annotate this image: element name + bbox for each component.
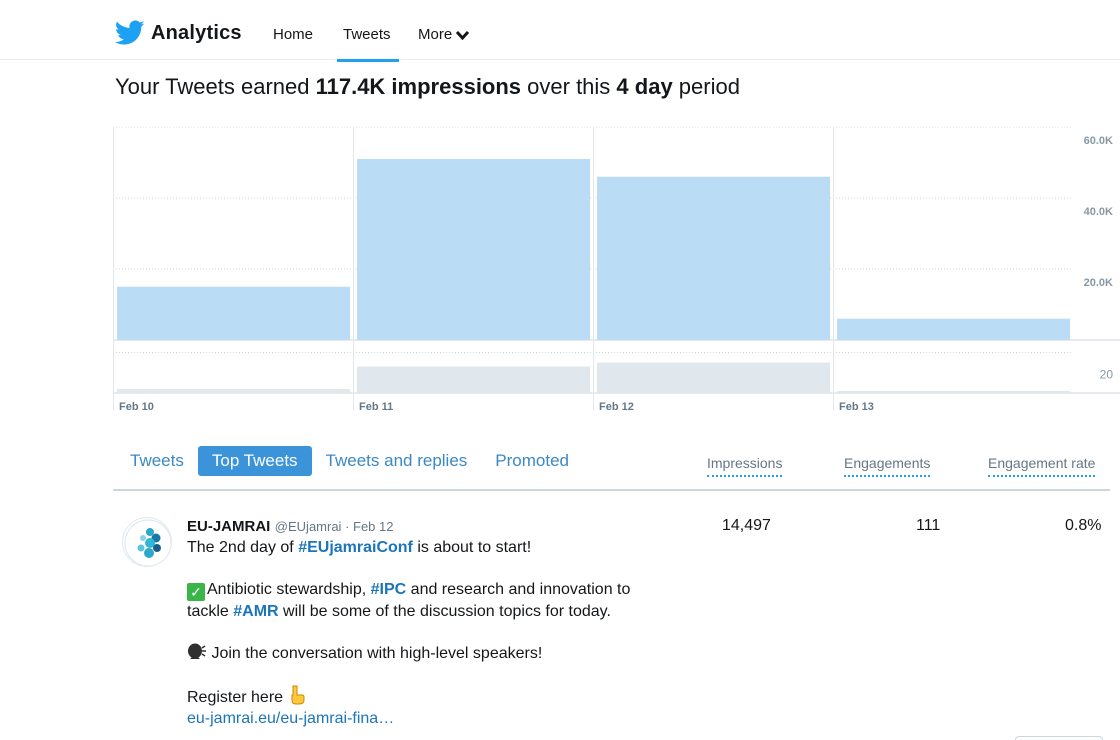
- page-headline: Your Tweets earned 117.4K impressions ov…: [115, 74, 740, 100]
- tab-tweets-and-replies[interactable]: Tweets and replies: [312, 446, 482, 476]
- eu-jamrai-logo-icon: [124, 519, 171, 566]
- avatar[interactable]: [122, 517, 172, 567]
- tweet-text: Antibiotic stewardship,: [207, 581, 371, 598]
- x-tick-label: Feb 12: [599, 401, 634, 413]
- engagements-bar: [597, 362, 830, 393]
- pointing-down-icon: [291, 685, 304, 705]
- tweet-handle[interactable]: @EUjamrai: [275, 519, 342, 534]
- y-tick-label: 20.0K: [1084, 277, 1113, 289]
- twitter-bird-icon: [115, 20, 145, 45]
- view-details-button[interactable]: [1015, 736, 1103, 740]
- impressions-bar: [837, 318, 1070, 340]
- column-engagements[interactable]: Engagements: [844, 455, 931, 477]
- y-tick-label: 60.0K: [1084, 135, 1113, 147]
- tweet-paragraph-2: ✓ Antibiotic stewardship, #IPC and resear…: [187, 579, 657, 622]
- impressions-bar: [357, 158, 590, 340]
- headline-suffix: period: [672, 74, 740, 99]
- tab-promoted[interactable]: Promoted: [481, 446, 583, 476]
- tweet-text: Register here: [187, 689, 288, 706]
- tweet-author-name[interactable]: EU-JAMRAI: [187, 518, 270, 535]
- nav-more-label: More: [418, 26, 453, 43]
- tweet-text: Join the conversation with high-level sp…: [207, 645, 543, 662]
- brand-label: Analytics: [151, 21, 242, 44]
- tweet-text: The 2nd day of: [187, 539, 299, 556]
- tweet-tabs: Tweets Top Tweets Tweets and replies Pro…: [115, 446, 583, 476]
- hashtag-link[interactable]: #IPC: [371, 581, 407, 598]
- x-tick-label: Feb 13: [839, 401, 874, 413]
- y-tick-label: 40.0K: [1084, 206, 1113, 218]
- check-mark-icon: ✓: [187, 583, 205, 601]
- table-divider: [113, 489, 1110, 491]
- tweet-separator: ·: [341, 519, 354, 534]
- tweet-link-line: eu-jamrai.eu/eu-jamrai-fina…: [187, 708, 657, 729]
- column-impressions[interactable]: Impressions: [707, 455, 783, 477]
- y-tick-label: 20: [1100, 368, 1114, 382]
- nav-home[interactable]: Home: [273, 26, 313, 43]
- top-nav: Analytics Home Tweets More: [0, 0, 1120, 62]
- tweet-line-1: The 2nd day of #EUjamraiConf is about to…: [187, 537, 657, 558]
- chart-svg: 60.0K 40.0K 20.0K 20 Feb 10 Feb 11 Feb 12 Feb 1…: [113, 126, 1120, 413]
- impressions-bar: [597, 176, 830, 340]
- hashtag-link[interactable]: #EUjamraiConf: [298, 539, 413, 556]
- nav-more[interactable]: More: [418, 26, 470, 43]
- hashtag-link[interactable]: #AMR: [233, 603, 278, 620]
- tweet-paragraph-3: Join the conversation with high-level sp…: [187, 643, 657, 664]
- tab-tweets[interactable]: Tweets: [115, 446, 198, 476]
- chevron-down-icon: [456, 30, 470, 40]
- headline-middle: over this: [521, 74, 617, 99]
- tweet-content[interactable]: EU-JAMRAI @EUjamrai · Feb 12 The 2nd day…: [187, 516, 657, 729]
- tweet-url-link[interactable]: eu-jamrai.eu/eu-jamrai-fina…: [187, 710, 394, 727]
- tweet-engagement-rate-value: 0.8%: [1065, 517, 1102, 534]
- headline-prefix: Your Tweets earned: [115, 74, 316, 99]
- engagements-bar: [117, 389, 350, 393]
- x-tick-label: Feb 11: [359, 401, 393, 413]
- tweet-header: EU-JAMRAI @EUjamrai · Feb 12: [187, 516, 657, 537]
- tweet-text: is about to start!: [412, 539, 532, 556]
- column-engagement-rate[interactable]: Engagement rate: [988, 455, 1096, 477]
- speaking-head-icon: [188, 643, 206, 659]
- x-tick-label: Feb 10: [119, 401, 154, 413]
- tweet-date[interactable]: Feb 12: [353, 519, 393, 534]
- nav-tweets[interactable]: Tweets: [337, 26, 398, 62]
- headline-period: 4 day: [616, 74, 673, 99]
- tweet-impressions-value: 14,497: [722, 517, 771, 534]
- impressions-bar: [117, 286, 350, 340]
- impressions-chart: 60.0K 40.0K 20.0K 20 Feb 10 Feb 11 Feb 12 Feb 1…: [113, 126, 1120, 417]
- engagements-bar: [837, 391, 1070, 393]
- engagements-bar: [357, 366, 590, 393]
- tweet-text: will be some of the discussion topics fo…: [278, 603, 611, 620]
- headline-impressions: 117.4K impressions: [315, 74, 522, 99]
- tweet-engagements-value: 111: [916, 517, 941, 534]
- tab-top-tweets[interactable]: Top Tweets: [197, 446, 312, 476]
- tweet-paragraph-4: Register here: [187, 685, 657, 708]
- brand[interactable]: Analytics: [115, 20, 242, 46]
